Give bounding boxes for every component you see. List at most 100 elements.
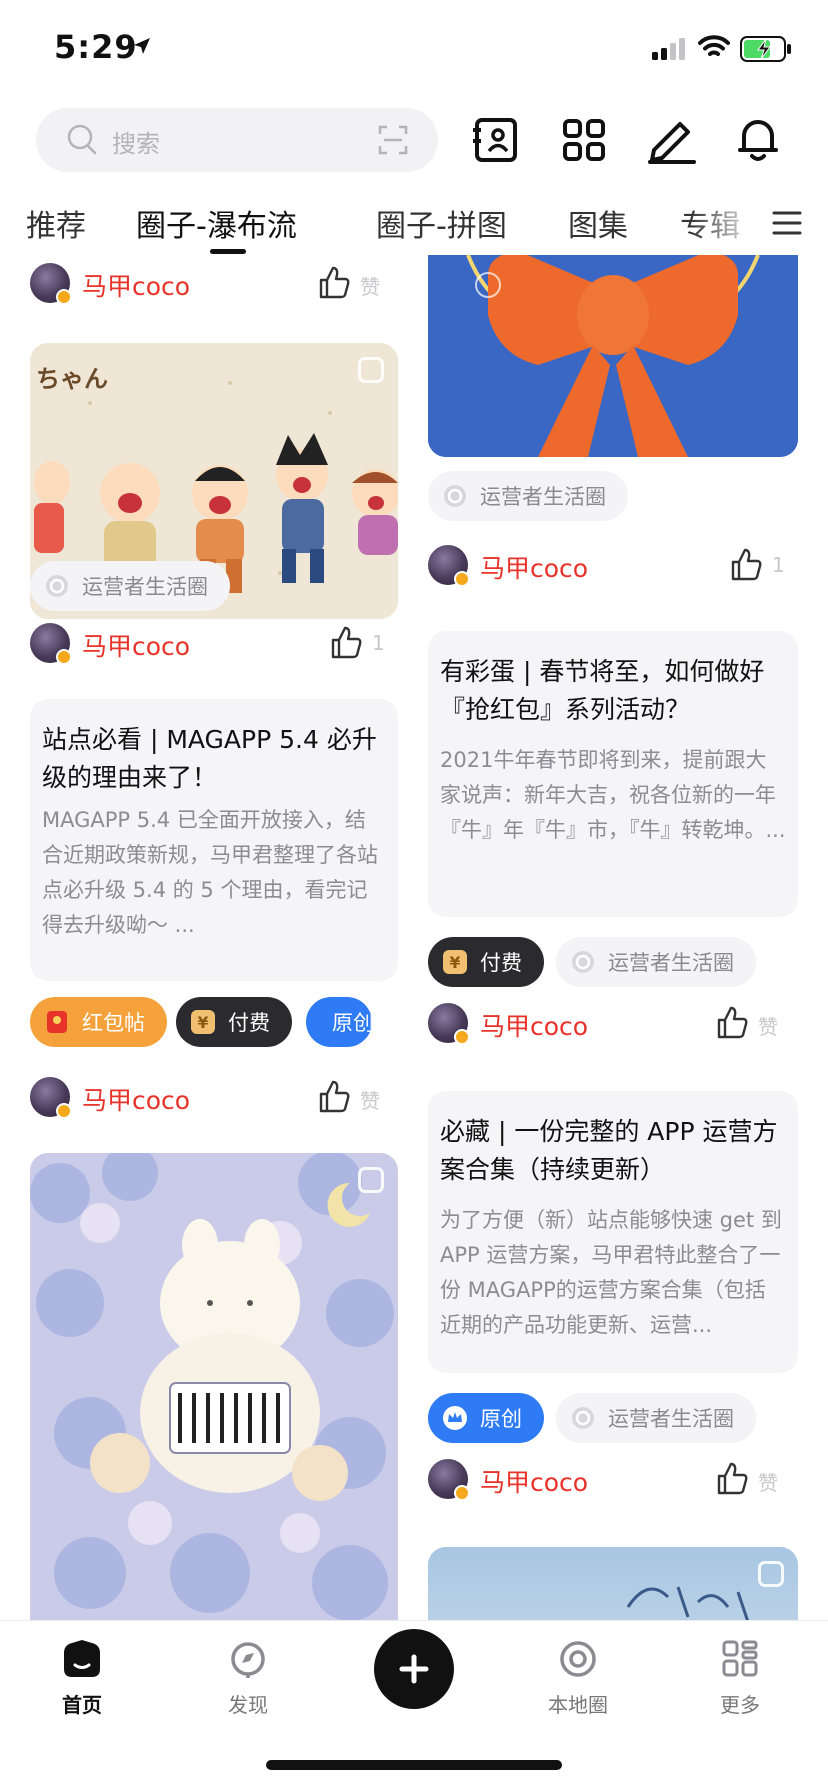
post-image[interactable] (428, 1547, 798, 1620)
author-name[interactable]: 马甲coco (480, 549, 588, 585)
home-icon (64, 1640, 100, 1677)
sky-script-illustration (428, 1547, 798, 1620)
location-arrow-icon (134, 38, 150, 54)
verified-badge (454, 1029, 470, 1045)
tag-label: 付费 (480, 951, 522, 975)
tag-label: 运营者生活圈 (608, 951, 734, 975)
cellular-signal-icon (652, 38, 685, 60)
ribbon-bow-illustration (428, 255, 798, 457)
like-thumb-icon[interactable] (330, 625, 362, 659)
post-title: 有彩蛋 | 春节将至，如何做好『抢红包』系列活动？ (440, 657, 765, 724)
search-icon (67, 124, 97, 155)
crown-icon (443, 1406, 467, 1430)
contacts-card-icon[interactable] (468, 112, 524, 168)
nav-label: 首页 (62, 1693, 102, 1717)
image-select-checkbox[interactable] (758, 1561, 784, 1587)
hydrangea-illustration (30, 1153, 398, 1620)
tag-label: 运营者生活圈 (82, 575, 208, 599)
notification-bell-icon[interactable] (730, 112, 786, 168)
author-name[interactable]: 马甲coco (480, 1463, 588, 1499)
author-name[interactable]: 马甲coco (82, 627, 190, 663)
verified-badge (56, 1103, 72, 1119)
circle-tag[interactable]: 运营者生活圈 (30, 561, 230, 611)
search-placeholder: 搜索 (112, 130, 160, 158)
like-thumb-icon[interactable] (318, 265, 350, 299)
circle-target-icon (572, 951, 594, 973)
home-indicator (266, 1760, 562, 1770)
verified-badge (454, 1485, 470, 1501)
tab-circle-waterfall[interactable]: 圈子-瀑布流 (136, 201, 297, 245)
post-author-row[interactable]: 马甲coco 1 (428, 545, 790, 589)
post-author-row[interactable]: 马甲coco 1 (30, 623, 392, 667)
image-select-checkbox[interactable] (358, 357, 384, 383)
tabs-fade (690, 195, 760, 255)
circle-tag[interactable]: 运营者生活圈 (428, 471, 628, 521)
compose-pen-icon[interactable] (644, 112, 700, 168)
paid-tag[interactable]: ¥ 付费 (428, 937, 544, 987)
post-image[interactable] (428, 255, 798, 457)
post-author-row-spacer (30, 1027, 392, 1071)
author-name[interactable]: 马甲coco (82, 267, 190, 303)
tab-circle-puzzle[interactable]: 圈子-拼图 (376, 201, 507, 245)
like-count: 赞 (360, 275, 380, 299)
yen-coin-icon: ¥ (443, 950, 467, 974)
post-create-button[interactable] (374, 1629, 454, 1709)
nav-discover[interactable]: 发现 (188, 1639, 308, 1718)
text-post-card[interactable]: 必藏 | 一份完整的 APP 运营方案合集（持续更新） 为了方便（新）站点能够快… (428, 1091, 798, 1373)
post-image[interactable] (30, 1153, 398, 1620)
search-bar[interactable]: 搜索 (36, 108, 438, 172)
scan-icon[interactable] (378, 125, 408, 155)
post-author-row[interactable]: 马甲coco 赞 (428, 1003, 790, 1047)
text-post-card[interactable]: 有彩蛋 | 春节将至，如何做好『抢红包』系列活动？ 2021牛年春节即将到来，提… (428, 631, 798, 917)
circle-tag[interactable]: 运营者生活圈 (556, 937, 756, 987)
verified-badge (454, 571, 470, 587)
tag-label: 运营者生活圈 (608, 1407, 734, 1431)
nav-label: 本地圈 (548, 1693, 608, 1717)
discover-icon (231, 1642, 265, 1678)
original-tag[interactable]: 原创 (428, 1393, 544, 1443)
like-thumb-icon[interactable] (716, 1461, 748, 1495)
like-count: 赞 (360, 1089, 380, 1113)
like-thumb-icon[interactable] (716, 1005, 748, 1039)
status-time: 5:29 (54, 28, 138, 66)
active-tab-indicator (210, 249, 246, 254)
text-post-card[interactable]: 站点必看 | MAGAPP 5.4 必升级的理由来了！ MAGAPP 5.4 已… (30, 699, 398, 981)
wifi-icon (698, 35, 730, 56)
svg-text:¥: ¥ (449, 953, 460, 972)
post-title: 必藏 | 一份完整的 APP 运营方案合集（持续更新） (440, 1117, 778, 1184)
post-author-row[interactable]: 马甲coco 赞 (30, 1077, 392, 1121)
post-excerpt: 2021牛年春节即将到来，提前跟大家说声：新年大吉，祝各位新的一年『牛』年『牛』… (440, 748, 786, 842)
circle-target-icon (444, 485, 466, 507)
nav-local-circle[interactable]: 本地圈 (518, 1639, 638, 1718)
local-circle-icon (560, 1641, 596, 1677)
apps-grid-icon[interactable] (556, 112, 612, 168)
circle-target-icon (46, 575, 68, 597)
author-name[interactable]: 马甲coco (480, 1007, 588, 1043)
more-grid-icon (722, 1640, 758, 1677)
tabs-menu-icon[interactable] (772, 209, 802, 237)
post-title: 站点必看 | MAGAPP 5.4 必升级的理由来了！ (42, 725, 377, 792)
nav-more[interactable]: 更多 (680, 1639, 800, 1718)
circle-tag[interactable]: 运营者生活圈 (556, 1393, 756, 1443)
nav-home[interactable]: 首页 (22, 1639, 142, 1718)
nav-label: 更多 (720, 1693, 760, 1717)
post-excerpt: 为了方便（新）站点能够快速 get 到 APP 运营方案，马甲君特此整合了一份 … (440, 1208, 782, 1337)
tab-recommend[interactable]: 推荐 (26, 201, 86, 245)
image-select-checkbox[interactable] (358, 1167, 384, 1193)
like-count: 1 (772, 553, 785, 577)
post-author-row[interactable]: 马甲coco 赞 (30, 263, 392, 307)
tab-gallery[interactable]: 图集 (568, 201, 628, 245)
post-author-row[interactable]: 马甲coco 赞 (428, 1459, 790, 1503)
battery-charging-icon (740, 36, 791, 62)
verified-badge (56, 289, 72, 305)
status-bar: 5:29 (0, 0, 828, 100)
like-thumb-icon[interactable] (730, 547, 762, 581)
svg-text:ちゃん: ちゃん (36, 365, 108, 393)
waterfall-feed[interactable]: 马甲coco 赞 ちゃん 运营者生活圈 马甲coco 1 站点必看 | MAGA… (0, 255, 828, 1620)
like-thumb-icon[interactable] (318, 1079, 350, 1113)
circle-target-icon (572, 1407, 594, 1429)
like-count: 1 (372, 631, 385, 655)
verified-badge (56, 649, 72, 665)
author-name[interactable]: 马甲coco (82, 1081, 190, 1117)
tag-label: 原创 (480, 1407, 522, 1431)
